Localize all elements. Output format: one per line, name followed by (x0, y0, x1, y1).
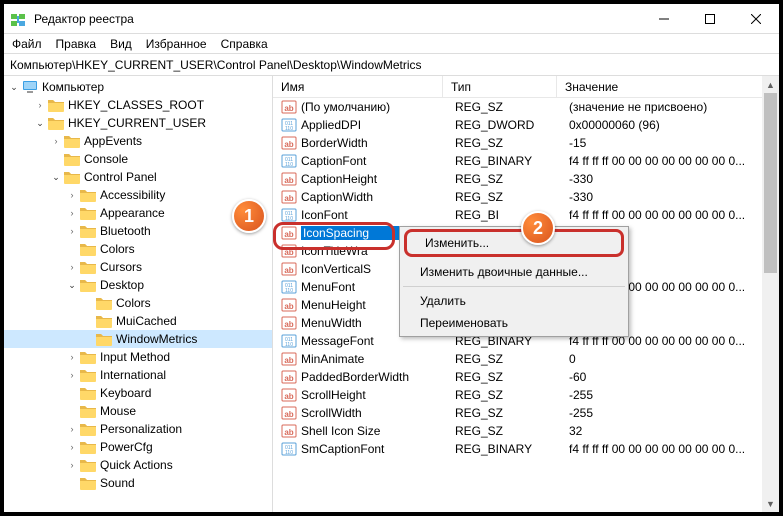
menu-file[interactable]: Файл (12, 37, 42, 51)
tree-item[interactable]: ›International (4, 366, 272, 384)
svg-text:110: 110 (285, 342, 293, 348)
col-type[interactable]: Тип (443, 76, 557, 97)
svg-text:110: 110 (285, 216, 293, 222)
ctxmenu-modify-binary[interactable]: Изменить двоичные данные... (402, 261, 626, 283)
minimize-button[interactable] (641, 4, 687, 33)
close-button[interactable] (733, 4, 779, 33)
col-value[interactable]: Значение (557, 76, 779, 97)
address-bar[interactable]: Компьютер\HKEY_CURRENT_USER\Control Pane… (4, 54, 779, 76)
list-row[interactable]: ab(По умолчанию)REG_SZ(значение не присв… (273, 98, 779, 116)
svg-text:ab: ab (284, 428, 293, 437)
svg-text:ab: ab (284, 176, 293, 185)
list-row[interactable]: abCaptionHeightREG_SZ-330 (273, 170, 779, 188)
window-title: Редактор реестра (34, 12, 641, 26)
menu-edit[interactable]: Правка (56, 37, 97, 51)
list-row[interactable]: abCaptionWidthREG_SZ-330 (273, 188, 779, 206)
tree-item[interactable]: ⌄Desktop (4, 276, 272, 294)
svg-text:ab: ab (284, 302, 293, 311)
svg-text:ab: ab (284, 320, 293, 329)
callout-1: 1 (232, 199, 266, 233)
menu-bar: Файл Правка Вид Избранное Справка (4, 34, 779, 54)
list-panel: Имя Тип Значение ab(По умолчанию)REG_SZ(… (273, 76, 779, 512)
maximize-button[interactable] (687, 4, 733, 33)
ctxmenu-delete[interactable]: Удалить (402, 290, 626, 312)
list-row[interactable]: abScrollWidthREG_SZ-255 (273, 404, 779, 422)
svg-text:ab: ab (284, 374, 293, 383)
tree-item[interactable]: ›Personalization (4, 420, 272, 438)
list-header[interactable]: Имя Тип Значение (273, 76, 779, 98)
svg-text:ab: ab (284, 194, 293, 203)
list-row[interactable]: 011110SmCaptionFontREG_BINARYf4 ff ff ff… (273, 440, 779, 458)
tree-item[interactable]: ⌄Control Panel (4, 168, 272, 186)
scroll-thumb[interactable] (764, 93, 777, 273)
list-row[interactable]: abPaddedBorderWidthREG_SZ-60 (273, 368, 779, 386)
tree-item[interactable]: ›Quick Actions (4, 456, 272, 474)
ctxmenu-separator (403, 286, 625, 287)
scroll-down-icon[interactable]: ▼ (762, 495, 779, 512)
tree-item[interactable]: ›Cursors (4, 258, 272, 276)
list-row[interactable]: abMinAnimateREG_SZ0 (273, 350, 779, 368)
tree-item[interactable]: Colors (4, 240, 272, 258)
tree-item[interactable]: Sound (4, 474, 272, 492)
list-scrollbar[interactable]: ▲ ▼ (762, 76, 779, 512)
menu-view[interactable]: Вид (110, 37, 132, 51)
svg-text:110: 110 (285, 162, 293, 168)
svg-text:110: 110 (285, 450, 293, 456)
ctxmenu-rename[interactable]: Переименовать (402, 312, 626, 334)
tree-item[interactable]: ⌄HKEY_CURRENT_USER (4, 114, 272, 132)
tree-item[interactable]: ›AppEvents (4, 132, 272, 150)
tree-item[interactable]: ›Accessibility (4, 186, 272, 204)
callout-2: 2 (521, 211, 555, 245)
tree-root[interactable]: ⌄Компьютер (4, 78, 272, 96)
svg-text:ab: ab (284, 410, 293, 419)
svg-text:110: 110 (285, 288, 293, 294)
list-row[interactable]: abBorderWidthREG_SZ-15 (273, 134, 779, 152)
svg-text:ab: ab (284, 140, 293, 149)
menu-favorites[interactable]: Избранное (146, 37, 207, 51)
svg-text:ab: ab (284, 104, 293, 113)
tree-panel[interactable]: ⌄Компьютер›HKEY_CLASSES_ROOT⌄HKEY_CURREN… (4, 76, 273, 512)
svg-text:ab: ab (284, 230, 293, 239)
title-bar: Редактор реестра (4, 4, 779, 34)
tree-item[interactable]: ›HKEY_CLASSES_ROOT (4, 96, 272, 114)
list-row[interactable]: 011110CaptionFontREG_BINARYf4 ff ff ff 0… (273, 152, 779, 170)
list-row[interactable]: 011110AppliedDPIREG_DWORD0x00000060 (96) (273, 116, 779, 134)
svg-text:ab: ab (284, 392, 293, 401)
context-menu: Изменить... Изменить двоичные данные... … (399, 226, 629, 337)
tree-item[interactable]: ›PowerCfg (4, 438, 272, 456)
tree-item[interactable]: Mouse (4, 402, 272, 420)
tree-item[interactable]: WindowMetrics (4, 330, 272, 348)
svg-text:ab: ab (284, 248, 293, 257)
tree-item[interactable]: Keyboard (4, 384, 272, 402)
tree-item[interactable]: ›Input Method (4, 348, 272, 366)
svg-text:ab: ab (284, 266, 293, 275)
list-row[interactable]: abShell Icon SizeREG_SZ32 (273, 422, 779, 440)
menu-help[interactable]: Справка (221, 37, 268, 51)
col-name[interactable]: Имя (273, 76, 443, 97)
list-row[interactable]: abScrollHeightREG_SZ-255 (273, 386, 779, 404)
registry-editor-window: Редактор реестра Файл Правка Вид Избранн… (0, 0, 783, 516)
tree-item[interactable]: Colors (4, 294, 272, 312)
app-icon (10, 11, 26, 27)
svg-text:ab: ab (284, 356, 293, 365)
address-path: Компьютер\HKEY_CURRENT_USER\Control Pane… (10, 58, 422, 72)
scroll-up-icon[interactable]: ▲ (762, 76, 779, 93)
ctxmenu-modify[interactable]: Изменить... (404, 229, 624, 257)
tree-item[interactable]: Console (4, 150, 272, 168)
svg-text:110: 110 (285, 126, 293, 132)
tree-item[interactable]: MuiCached (4, 312, 272, 330)
tree-item[interactable]: ›Bluetooth (4, 222, 272, 240)
